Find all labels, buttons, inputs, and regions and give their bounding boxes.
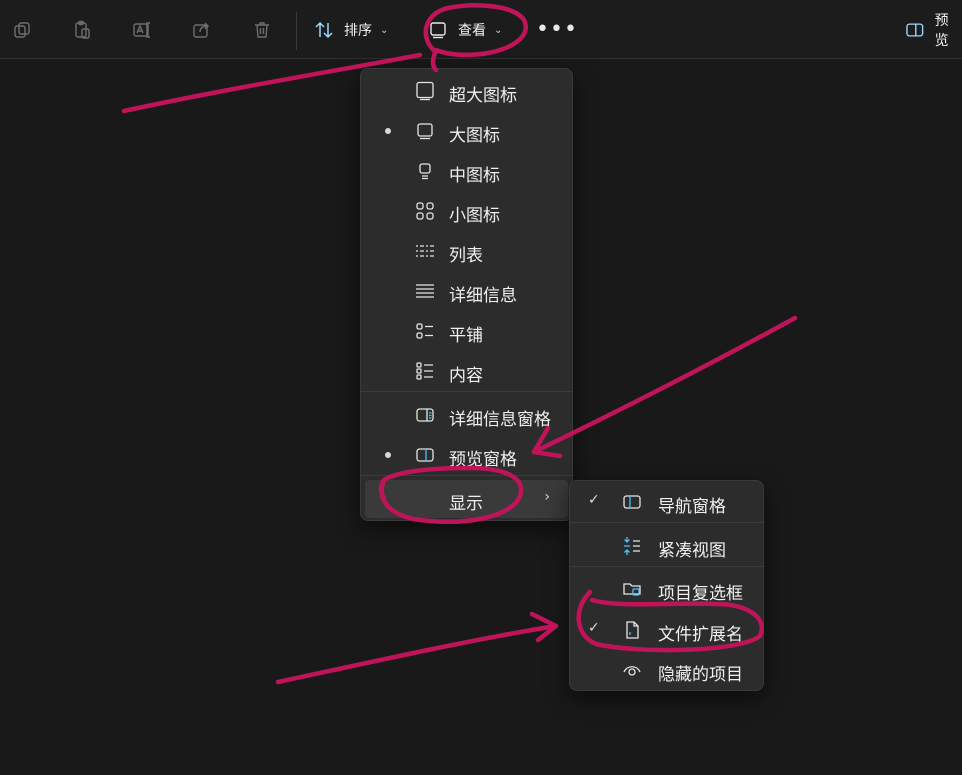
list-icon (416, 245, 434, 257)
more-options-icon[interactable]: ••• (536, 19, 578, 41)
view-dropdown-menu: 超大图标 大图标 中图标 小图标 列表 详细信息 平铺 内容 详细信息窗格 预览… (360, 68, 573, 521)
sort-icon (315, 21, 333, 39)
menu-item-label: 详细信息 (449, 286, 517, 306)
annotation-arrow-preview (531, 315, 798, 459)
submenu-item-label: 导航窗格 (658, 497, 726, 517)
check-icon: ✓ (588, 492, 600, 508)
share-icon[interactable] (191, 19, 213, 41)
submenu-item-compact-view[interactable]: 紧凑视图 (574, 527, 759, 565)
sort-button[interactable]: 排序 ⌄ (314, 16, 388, 44)
menu-item-details[interactable]: 详细信息 (365, 272, 568, 310)
preview-label: 预览 (934, 13, 949, 49)
view-button[interactable]: 查看 ⌄ (428, 16, 502, 44)
view-label: 查看 (458, 23, 486, 39)
copy-icon[interactable] (11, 19, 33, 41)
menu-divider (361, 475, 572, 476)
menu-divider (570, 566, 763, 567)
menu-item-label: 内容 (449, 366, 483, 386)
menu-item-label: 预览窗格 (449, 450, 517, 470)
submenu-item-label: 隐藏的项目 (658, 665, 743, 685)
details-icon (416, 284, 434, 298)
item-checkbox-icon (623, 583, 641, 596)
annotation-arrow-extension (275, 611, 559, 685)
extra-large-icons-icon (416, 81, 434, 101)
chevron-right-icon: › (544, 489, 550, 505)
menu-item-list[interactable]: 列表 (365, 232, 568, 270)
preview-pane-button[interactable]: 预览 (905, 13, 962, 49)
medium-icons-icon (419, 163, 431, 180)
file-extension-icon (626, 621, 639, 639)
submenu-item-navigation-pane[interactable]: ✓ 导航窗格 (574, 483, 759, 521)
submenu-item-label: 文件扩展名 (658, 625, 743, 645)
menu-item-small-icons[interactable]: 小图标 (365, 192, 568, 230)
command-bar: 排序 ⌄ 查看 ⌄ ••• 预览 (0, 0, 962, 59)
rename-icon[interactable] (131, 19, 153, 41)
submenu-item-item-checkbox[interactable]: 项目复选框 (574, 570, 759, 608)
toolbar-separator (296, 12, 297, 50)
view-icon (430, 22, 446, 39)
menu-item-label: 超大图标 (449, 86, 517, 106)
tiles-icon (416, 323, 433, 339)
navigation-pane-icon (623, 495, 641, 509)
menu-divider (361, 391, 572, 392)
chevron-down-icon: ⌄ (380, 24, 389, 36)
menu-item-label: 中图标 (449, 166, 500, 186)
show-submenu: ✓ 导航窗格 紧凑视图 项目复选框 ✓ 文件扩展名 隐藏的项目 (569, 480, 764, 691)
submenu-item-file-extension[interactable]: ✓ 文件扩展名 (574, 611, 759, 649)
menu-item-label: 列表 (449, 246, 483, 266)
preview-pane-icon (906, 23, 924, 37)
small-icons-icon (416, 202, 434, 220)
submenu-item-label: 紧凑视图 (658, 541, 726, 561)
menu-item-preview-pane[interactable]: 预览窗格 (365, 436, 568, 474)
hidden-items-icon (623, 666, 641, 676)
menu-item-medium-icons[interactable]: 中图标 (365, 152, 568, 190)
menu-item-details-pane[interactable]: 详细信息窗格 (365, 396, 568, 434)
chevron-down-icon: ⌄ (494, 24, 503, 36)
submenu-item-hidden-items[interactable]: 隐藏的项目 (574, 651, 759, 689)
menu-item-large-icons[interactable]: 大图标 (365, 112, 568, 150)
menu-item-show[interactable]: 显示 › (365, 480, 568, 518)
paste-icon[interactable] (71, 19, 93, 41)
preview-pane-icon (416, 448, 434, 462)
menu-item-label: 详细信息窗格 (449, 410, 551, 430)
explorer-window: 排序 ⌄ 查看 ⌄ ••• 预览 超大图标 大图标 中图标 小图标 列表 详细信… (0, 0, 962, 775)
menu-item-content[interactable]: 内容 (365, 352, 568, 390)
submenu-item-label: 项目复选框 (658, 584, 743, 604)
menu-item-label: 小图标 (449, 206, 500, 226)
menu-item-label: 平铺 (449, 326, 483, 346)
menu-divider (570, 522, 763, 523)
selected-bullet-icon (385, 128, 391, 134)
large-icons-icon (417, 123, 433, 140)
menu-item-tiles[interactable]: 平铺 (365, 312, 568, 350)
details-pane-icon (416, 408, 434, 422)
compact-view-icon (624, 537, 640, 555)
menu-item-label: 大图标 (449, 126, 500, 146)
content-icon (416, 362, 433, 380)
menu-item-label: 显示 (449, 494, 483, 514)
delete-icon[interactable] (251, 19, 273, 41)
sort-label: 排序 (344, 23, 372, 39)
check-icon: ✓ (588, 620, 600, 636)
selected-bullet-icon (385, 452, 391, 458)
menu-item-extra-large-icons[interactable]: 超大图标 (365, 72, 568, 110)
